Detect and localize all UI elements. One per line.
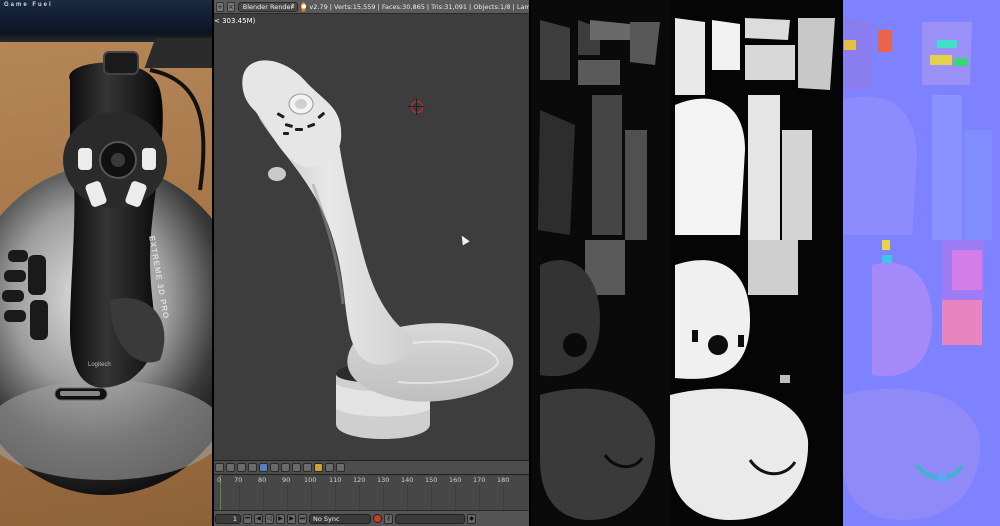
sync-mode-select[interactable]: No Sync — [309, 513, 371, 524]
timeline-tick: 120 — [353, 476, 366, 484]
insert-key-icon[interactable]: ◆ — [467, 513, 476, 524]
maker-label: Logitech — [88, 362, 111, 368]
timeline[interactable]: 0 70 80 90 100 110 120 130 140 150 160 1… — [213, 474, 530, 511]
info-header: + × Blender Render ⇕ ● v2.79 | Verts:15,… — [213, 0, 530, 14]
orientation-icon[interactable] — [292, 463, 301, 472]
jump-end-icon[interactable]: ⏭ — [298, 513, 307, 524]
reference-photo: Game Fuel EXTREME 3D PRO Logitech — [0, 0, 213, 526]
layers-icon[interactable] — [303, 463, 312, 472]
timeline-tick: 160 — [449, 476, 462, 484]
render-preview-icon[interactable] — [325, 463, 334, 472]
manipulator-icon[interactable] — [248, 463, 257, 472]
timeline-tick: 170 — [473, 476, 486, 484]
view-menu-icon[interactable] — [215, 463, 224, 472]
timeline-tick: 180 — [497, 476, 510, 484]
keying-set-field[interactable] — [395, 513, 465, 524]
render-engine-label: Blender Render — [242, 2, 294, 11]
prev-key-icon[interactable]: ◀ — [254, 513, 263, 524]
panel-divider — [841, 0, 843, 526]
ao-map-light — [670, 0, 842, 526]
memory-readout: < 303.45M) — [214, 17, 256, 25]
next-key-icon[interactable]: ▶ — [287, 513, 296, 524]
blender-logo-icon: ● — [301, 1, 307, 12]
joystick-photo-art — [0, 51, 213, 495]
timeline-tick: 80 — [258, 476, 267, 484]
scene-stats: v2.79 | Verts:15,559 | Faces:30,865 | Tr… — [309, 2, 530, 11]
record-icon[interactable] — [373, 514, 382, 523]
ao-map-dark — [530, 0, 670, 526]
pivot-icon[interactable] — [237, 463, 246, 472]
panel-divider — [529, 0, 531, 526]
current-frame-field[interactable]: 1 — [215, 513, 241, 524]
3d-cursor-icon — [408, 98, 425, 115]
normal-map — [842, 0, 1000, 526]
keying-icon[interactable]: ⚷ — [384, 513, 393, 524]
close-icon[interactable]: × — [226, 1, 235, 12]
jump-start-icon[interactable]: ⏮ — [243, 513, 252, 524]
play-reverse-icon[interactable]: ◁ — [265, 513, 274, 524]
timeline-tick: 110 — [329, 476, 342, 484]
blender-window: + × Blender Render ⇕ ● v2.79 | Verts:15,… — [213, 0, 530, 526]
viewport-header — [213, 460, 530, 474]
proportional-edit-icon[interactable] — [336, 463, 345, 472]
play-icon[interactable]: ▶ — [276, 513, 285, 524]
timeline-tick: 90 — [282, 476, 291, 484]
shading-icon[interactable] — [226, 463, 235, 472]
scale-icon[interactable] — [281, 463, 290, 472]
timeline-tick: 70 — [234, 476, 243, 484]
timeline-tick: 130 — [377, 476, 390, 484]
render-engine-select[interactable]: Blender Render ⇕ — [237, 1, 299, 12]
rotate-icon[interactable] — [270, 463, 279, 472]
snap-icon[interactable] — [314, 463, 323, 472]
timeline-tick: 140 — [401, 476, 414, 484]
timeline-tick: 150 — [425, 476, 438, 484]
3d-viewport[interactable] — [213, 14, 530, 460]
translate-icon[interactable] — [259, 463, 268, 472]
playback-bar: 1 ⏮ ◀ ◁ ▶ ▶ ⏭ No Sync ⚷ ◆ — [213, 510, 530, 526]
timeline-tick: 0 — [217, 476, 222, 484]
panel-divider — [212, 0, 214, 526]
timeline-tick: 100 — [304, 476, 317, 484]
add-icon[interactable]: + — [216, 1, 224, 12]
chevron-down-icon: ⇕ — [290, 2, 296, 10]
